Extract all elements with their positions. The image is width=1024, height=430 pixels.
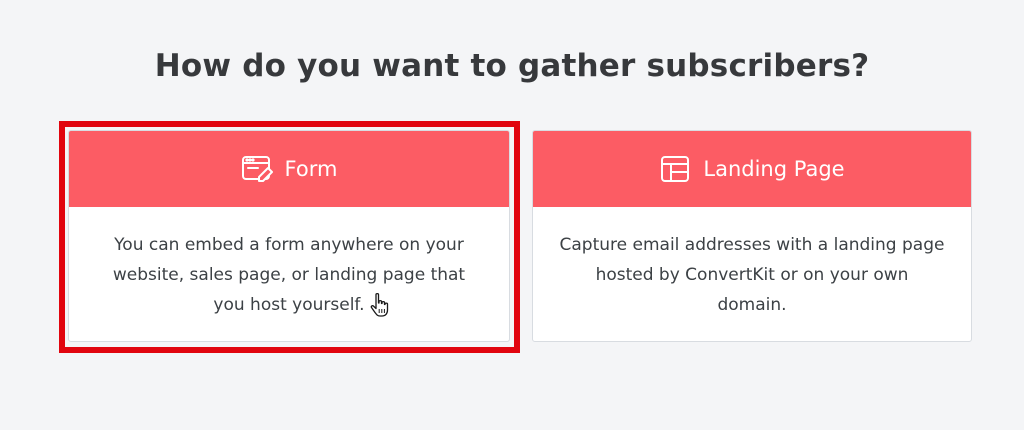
- page-title: How do you want to gather subscribers?: [154, 48, 870, 84]
- form-option-card[interactable]: Form You can embed a form anywhere on yo…: [68, 130, 510, 342]
- landing-page-icon: [659, 153, 691, 185]
- form-option-description: You can embed a form anywhere on your we…: [112, 235, 466, 315]
- form-icon: [241, 153, 273, 185]
- form-option-label: Form: [284, 157, 338, 181]
- landing-page-option-header[interactable]: Landing Page: [533, 131, 971, 207]
- landing-page-option-label: Landing Page: [703, 157, 845, 181]
- form-option-header[interactable]: Form: [69, 131, 509, 207]
- landing-page-option-description: Capture email addresses with a landing p…: [559, 235, 945, 315]
- landing-page-option-card[interactable]: Landing Page Capture email addresses wit…: [532, 130, 972, 342]
